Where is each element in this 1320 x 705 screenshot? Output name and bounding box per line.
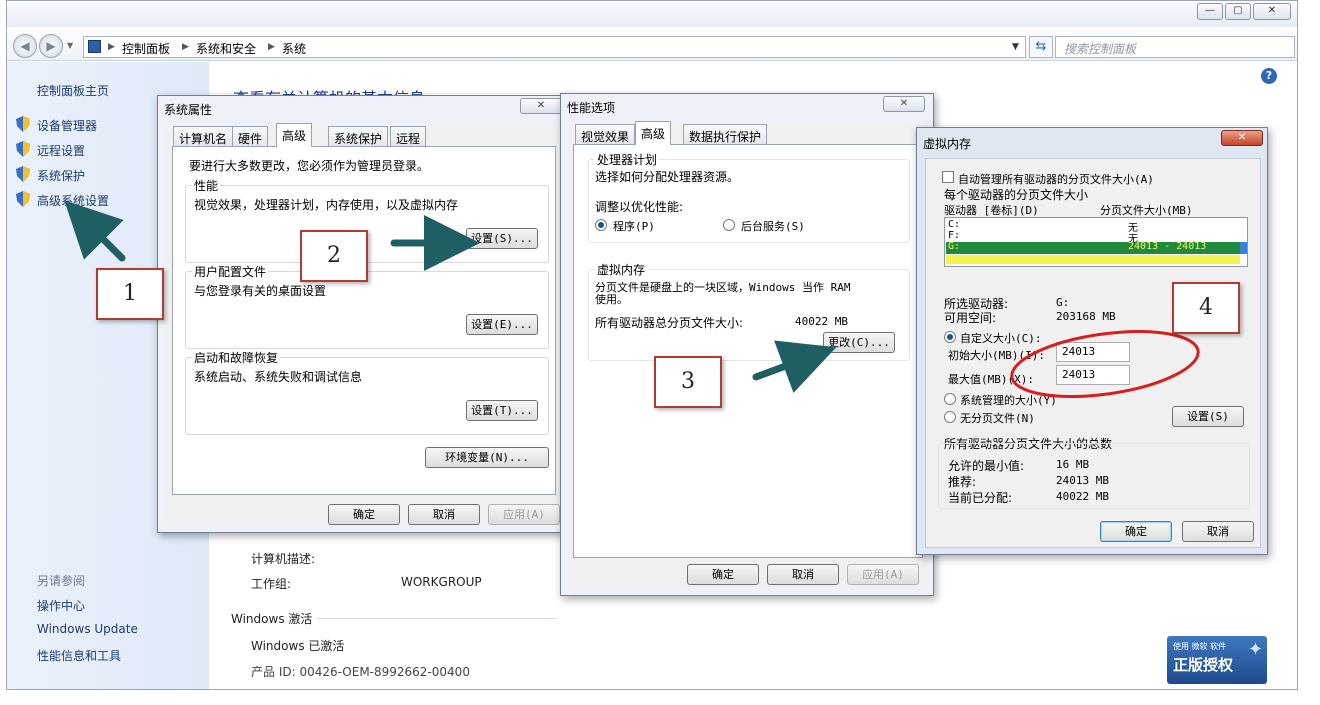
callout-3: 3 [654, 356, 722, 408]
highlight-ellipse [1010, 330, 1200, 398]
callout-4: 4 [1172, 282, 1240, 334]
annotation-overlay [64, 200, 1200, 398]
tab-advanced[interactable]: 高级 [276, 123, 313, 147]
arrow-to-change-button [752, 340, 837, 393]
arrow-to-advanced-settings [64, 200, 126, 262]
callout-1: 1 [96, 268, 164, 320]
tab-advanced[interactable]: 高级 [635, 121, 672, 145]
callout-2: 2 [300, 230, 368, 282]
